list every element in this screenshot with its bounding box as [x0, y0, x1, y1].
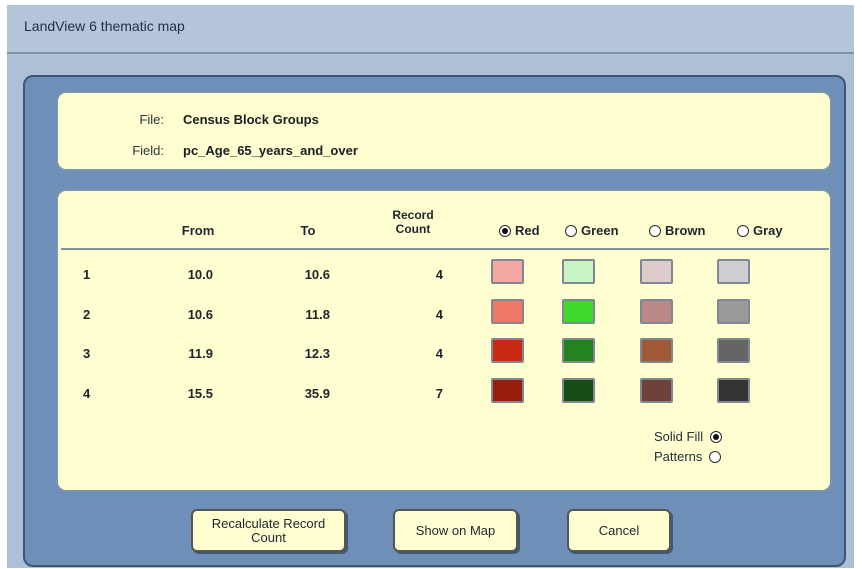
gray-radio-button[interactable]	[737, 224, 749, 237]
to-value: 35.9	[304, 386, 330, 401]
to-value: 10.6	[304, 267, 330, 282]
file-label: File:	[139, 112, 164, 127]
show-on-map-button[interactable]: Show on Map	[393, 509, 518, 552]
color-option-green[interactable]: Green	[565, 223, 619, 238]
color-swatch[interactable]	[491, 338, 524, 363]
patterns-option[interactable]: Patterns	[654, 449, 722, 464]
color-swatch[interactable]	[562, 338, 595, 363]
red-option-label: Red	[515, 223, 540, 238]
from-value: 10.6	[187, 307, 213, 322]
green-option-label: Green	[581, 223, 619, 238]
solid-fill-option[interactable]: Solid Fill	[654, 429, 723, 444]
from-value: 15.5	[187, 386, 213, 401]
row-index: 1	[83, 267, 91, 282]
header-divider	[61, 248, 829, 250]
patterns-radio-button[interactable]	[709, 450, 722, 463]
patterns-label: Patterns	[654, 449, 703, 464]
record-count-value: 7	[435, 386, 443, 401]
color-option-red[interactable]: Red	[499, 223, 540, 238]
color-swatch[interactable]	[717, 378, 750, 403]
color-swatch[interactable]	[562, 299, 595, 324]
to-value: 11.8	[305, 307, 330, 322]
field-label: Field:	[132, 143, 164, 158]
green-radio-button[interactable]	[565, 224, 577, 237]
gray-option-label: Gray	[753, 223, 783, 238]
to-value: 12.3	[304, 346, 330, 361]
file-value: Census Block Groups	[183, 112, 319, 127]
color-swatch[interactable]	[640, 299, 673, 324]
record-count-header-line2: Count	[395, 222, 431, 236]
color-option-gray[interactable]: Gray	[737, 223, 783, 238]
color-swatch[interactable]	[491, 299, 524, 324]
class-range-panel: From To Record Count Red Green Brown Gra…	[56, 189, 832, 492]
recalculate-record-count-button[interactable]: Recalculate Record Count	[191, 509, 346, 552]
record-count-header: Record Count	[373, 208, 453, 236]
class-row: 1 10.0 10.6 4	[58, 259, 828, 291]
color-swatch[interactable]	[640, 338, 673, 363]
red-radio-button[interactable]	[499, 224, 511, 237]
color-swatch[interactable]	[562, 378, 595, 403]
color-option-brown[interactable]: Brown	[649, 223, 705, 238]
record-count-value: 4	[435, 267, 443, 282]
recalculate-button-label-line2: Count	[251, 529, 286, 545]
color-swatch[interactable]	[491, 378, 524, 403]
record-count-value: 4	[435, 346, 443, 361]
color-swatch[interactable]	[640, 378, 673, 403]
window-title: LandView 6 thematic map	[24, 18, 185, 34]
brown-option-label: Brown	[665, 223, 706, 238]
brown-radio-button[interactable]	[649, 224, 661, 237]
field-value: pc_Age_65_years_and_over	[183, 143, 358, 158]
thematic-map-window: LandView 6 thematic map File: Census Blo…	[7, 5, 854, 568]
from-value: 11.9	[188, 346, 213, 361]
recalculate-button-label-line1: Recalculate Record	[211, 515, 326, 531]
solid-fill-label: Solid Fill	[654, 429, 704, 444]
class-row: 4 15.5 35.9 7	[58, 378, 828, 410]
color-swatch[interactable]	[717, 299, 750, 324]
class-row: 3 11.9 12.3 4	[58, 338, 828, 370]
cancel-button[interactable]: Cancel	[567, 509, 671, 552]
thematic-map-dialog: File: Census Block Groups Field: pc_Age_…	[23, 75, 846, 567]
to-header: To	[300, 223, 316, 238]
from-value: 10.0	[187, 267, 213, 282]
title-bar: LandView 6 thematic map	[7, 5, 854, 54]
color-swatch[interactable]	[491, 259, 524, 284]
from-header: From	[181, 223, 215, 238]
color-swatch[interactable]	[562, 259, 595, 284]
solid-fill-radio-button[interactable]	[710, 430, 723, 443]
color-swatch[interactable]	[640, 259, 673, 284]
row-index: 3	[83, 346, 91, 361]
color-swatch[interactable]	[717, 338, 750, 363]
record-count-value: 4	[435, 307, 443, 322]
color-swatch[interactable]	[717, 259, 750, 284]
layer-info-panel: File: Census Block Groups Field: pc_Age_…	[56, 91, 832, 171]
record-count-header-line1: Record	[392, 208, 434, 222]
row-index: 2	[83, 307, 91, 322]
class-row: 2 10.6 11.8 4	[58, 299, 828, 331]
row-index: 4	[83, 386, 91, 401]
